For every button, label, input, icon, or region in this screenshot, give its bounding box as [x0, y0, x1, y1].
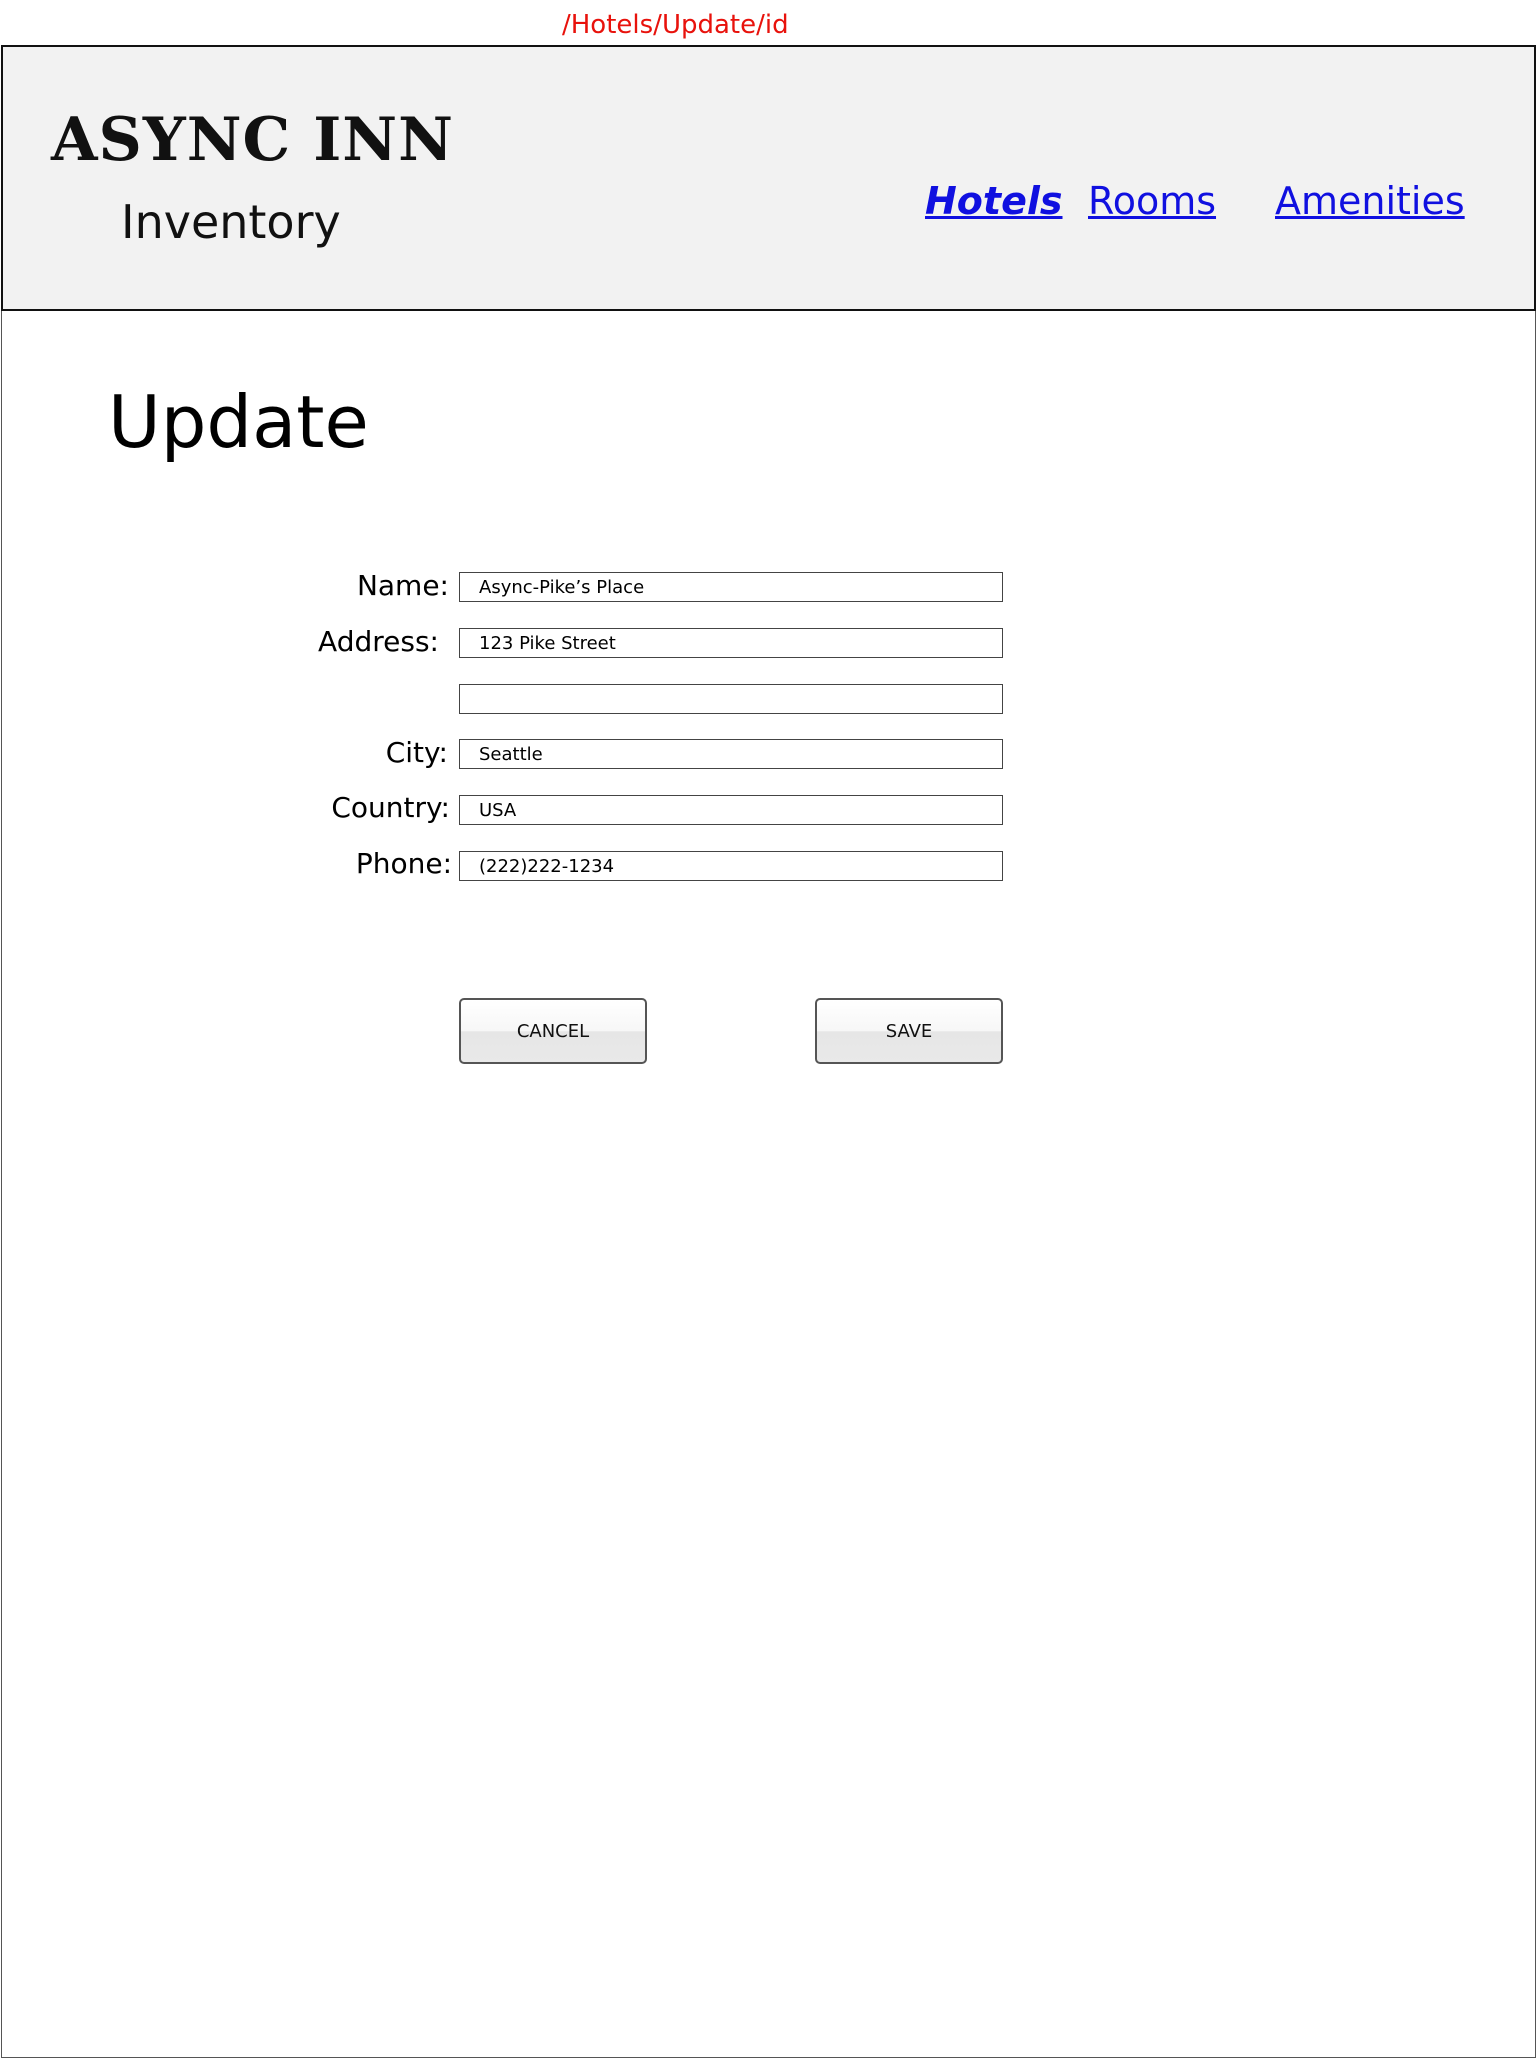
brand-subtitle: Inventory [121, 195, 341, 249]
country-field[interactable] [459, 795, 1003, 825]
name-label: Name: [356, 569, 449, 602]
route-annotation: /Hotels/Update/id [562, 10, 789, 40]
site-header: ASYNC INN Inventory Hotels Rooms Ameniti… [1, 45, 1536, 311]
country-label: Country: [331, 791, 450, 824]
phone-label: Phone: [355, 847, 452, 880]
address-line2-field[interactable] [459, 684, 1003, 714]
name-field[interactable] [459, 572, 1003, 602]
page-frame [1, 45, 1536, 2058]
nav-link-amenities[interactable]: Amenities [1275, 179, 1465, 223]
nav-link-rooms[interactable]: Rooms [1088, 179, 1216, 223]
city-field[interactable] [459, 739, 1003, 769]
page-title: Update [108, 380, 369, 464]
phone-field[interactable] [459, 851, 1003, 881]
save-button[interactable]: SAVE [815, 998, 1003, 1064]
address-label: Address: [318, 625, 439, 658]
cancel-button[interactable]: CANCEL [459, 998, 647, 1064]
nav-link-hotels[interactable]: Hotels [925, 179, 1063, 223]
city-label: City: [385, 736, 448, 769]
brand-title: ASYNC INN [51, 105, 454, 175]
address-line1-field[interactable] [459, 628, 1003, 658]
